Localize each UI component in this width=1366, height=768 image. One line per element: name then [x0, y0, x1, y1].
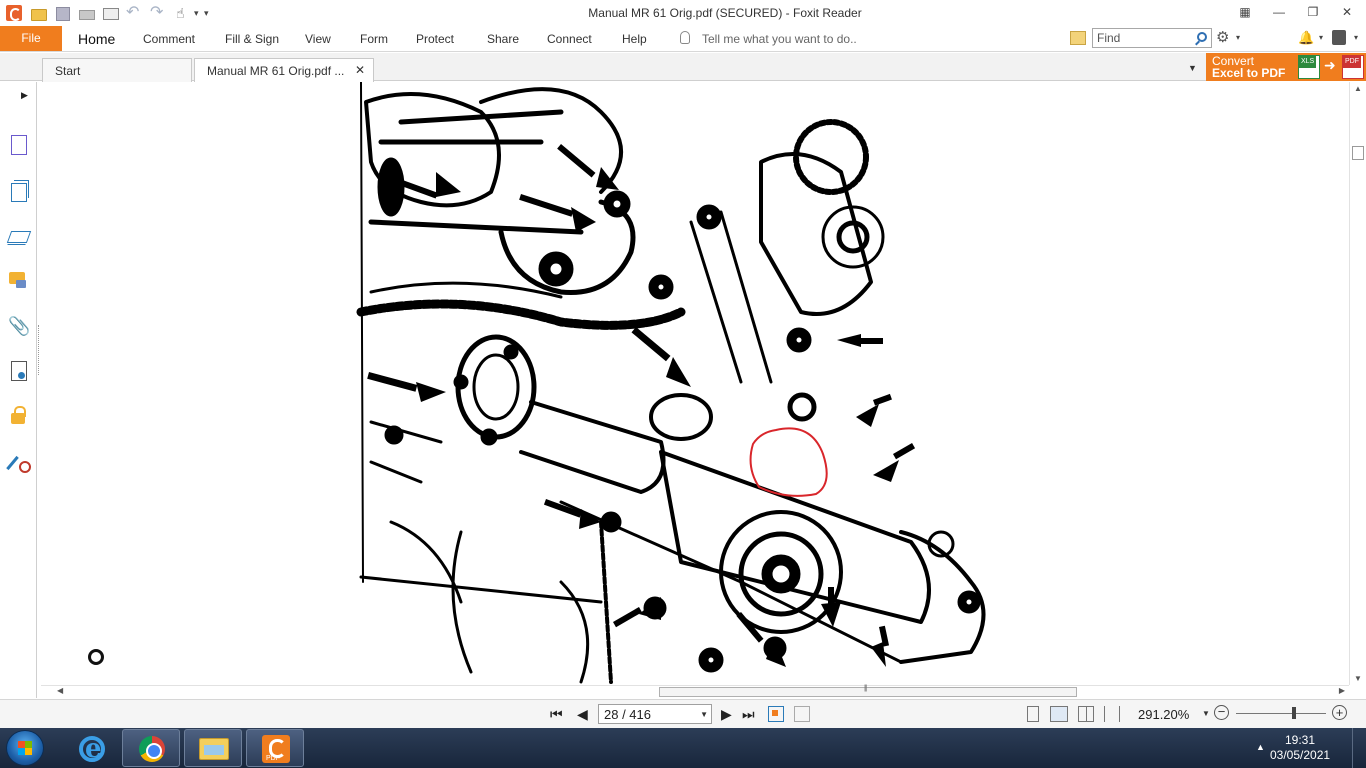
next-view-icon[interactable]: [794, 706, 810, 722]
menu-home[interactable]: Home: [78, 31, 115, 47]
horizontal-scrollbar[interactable]: ◀ ▶: [41, 685, 1349, 698]
document-tab-strip: Start Manual MR 61 Orig.pdf ... ✕ ▼: [0, 53, 1366, 82]
tools-icon[interactable]: [8, 452, 31, 474]
tab-manual-label: Manual MR 61 Orig.pdf ...: [207, 64, 345, 78]
red-circle-annotation: [749, 427, 828, 497]
layers-icon[interactable]: [8, 225, 28, 247]
ribbon-menu-bar: File Home Comment Fill & Sign View Form …: [0, 26, 1366, 52]
tab-list-dropdown-icon[interactable]: ▼: [1188, 63, 1197, 73]
zoom-out-icon[interactable]: −: [1214, 705, 1229, 720]
internet-explorer-icon: [79, 734, 105, 764]
ribbon-display-icon[interactable]: ▦: [1234, 3, 1256, 21]
settings-dropdown-icon[interactable]: ▾: [1236, 33, 1240, 42]
zoom-dropdown-icon[interactable]: ▼: [1202, 709, 1210, 718]
scroll-up-icon[interactable]: ▲: [1354, 84, 1362, 93]
facing-view-icon[interactable]: [1078, 706, 1094, 722]
search-icon[interactable]: [1197, 32, 1207, 42]
windows-taskbar: ▲ 19:31 03/05/2021: [0, 728, 1366, 768]
restore-button[interactable]: ❐: [1302, 3, 1324, 21]
close-window-button[interactable]: ✕: [1336, 3, 1358, 21]
system-clock[interactable]: 19:31 03/05/2021: [1270, 733, 1330, 763]
taskbar-chrome[interactable]: [122, 729, 180, 767]
close-tab-icon[interactable]: ✕: [355, 63, 365, 77]
navigation-panel: ▶ 📎: [0, 82, 37, 698]
zoom-slider-track[interactable]: [1236, 713, 1326, 714]
notification-dropdown-icon[interactable]: ▾: [1319, 33, 1323, 42]
minimize-button[interactable]: —: [1268, 3, 1290, 21]
first-page-icon[interactable]: ⏮: [550, 706, 563, 722]
vertical-scrollbar[interactable]: ▲ ▼: [1349, 82, 1366, 685]
user-dropdown-icon[interactable]: ▾: [1354, 33, 1358, 42]
vertical-scroll-thumb[interactable]: [1352, 146, 1364, 160]
engine-diagram-illustration: [356, 82, 986, 684]
file-explorer-icon: [199, 738, 229, 760]
continuous-view-icon[interactable]: [1050, 706, 1068, 722]
chrome-icon: [139, 736, 165, 762]
continuous-facing-view-icon[interactable]: [1104, 706, 1120, 722]
cursor-ring-icon: [88, 649, 104, 665]
scroll-right-icon[interactable]: ▶: [1339, 686, 1345, 695]
security-icon[interactable]: [8, 405, 28, 427]
last-page-icon[interactable]: ⏭: [742, 706, 755, 722]
scroll-down-icon[interactable]: ▼: [1354, 674, 1362, 683]
find-box[interactable]: [1092, 28, 1212, 48]
window-title: Manual MR 61 Orig.pdf (SECURED) - Foxit …: [588, 6, 862, 20]
menu-share[interactable]: Share: [487, 32, 519, 46]
attachments-icon[interactable]: 📎: [8, 315, 30, 337]
clock-time: 19:31: [1284, 733, 1316, 747]
previous-page-icon[interactable]: ◀: [577, 706, 588, 722]
user-account-icon[interactable]: [1332, 30, 1346, 45]
tab-start-label: Start: [55, 64, 81, 78]
tab-manual-pdf[interactable]: Manual MR 61 Orig.pdf ... ✕: [194, 58, 374, 82]
foxit-reader-icon: [262, 735, 290, 763]
pdf-file-icon: [1342, 55, 1364, 79]
zoom-in-icon[interactable]: +: [1332, 705, 1347, 720]
next-page-icon[interactable]: ▶: [721, 706, 732, 722]
page-dropdown-icon[interactable]: ▼: [700, 710, 708, 719]
page-number-input[interactable]: 28 / 416 ▼: [598, 704, 712, 724]
clock-date: 03/05/2021: [1270, 748, 1331, 762]
lightbulb-icon: [680, 31, 690, 44]
menu-view[interactable]: View: [305, 32, 331, 46]
pages-panel-icon[interactable]: [8, 134, 28, 156]
menu-form[interactable]: Form: [360, 32, 388, 46]
menu-protect[interactable]: Protect: [416, 32, 454, 46]
convert-arrow-icon: ➜: [1324, 57, 1336, 73]
menu-help[interactable]: Help: [622, 32, 647, 46]
taskbar-foxit-reader[interactable]: [246, 729, 304, 767]
previous-view-icon[interactable]: [768, 706, 784, 722]
horizontal-scroll-thumb[interactable]: [659, 685, 1077, 697]
menu-fill-sign[interactable]: Fill & Sign: [225, 32, 279, 46]
show-desktop-button[interactable]: [1352, 728, 1366, 768]
settings-gear-icon[interactable]: ⚙: [1216, 30, 1229, 46]
status-bar: ⏮ ◀ 28 / 416 ▼ ▶ ⏭ 291.20% ▼ − +: [0, 699, 1366, 728]
expand-panel-icon[interactable]: ▶: [21, 90, 28, 101]
start-button[interactable]: [6, 730, 44, 766]
page-indicator: 28 / 416: [604, 707, 651, 722]
taskbar-internet-explorer[interactable]: [62, 729, 120, 767]
single-page-view-icon[interactable]: [1027, 706, 1039, 722]
document-view[interactable]: [41, 82, 1349, 685]
thumbnails-icon[interactable]: [8, 180, 29, 202]
taskbar-file-explorer[interactable]: [184, 729, 242, 767]
menu-connect[interactable]: Connect: [547, 32, 592, 46]
scroll-left-icon[interactable]: ◀: [57, 686, 63, 695]
search-folder-icon[interactable]: [1070, 31, 1086, 45]
title-bar: ↶ ↷ ☝ ▾ ▾ Manual MR 61 Orig.pdf (SECURED…: [0, 0, 1366, 26]
zoom-level[interactable]: 291.20%: [1138, 707, 1189, 722]
show-hidden-icons-icon[interactable]: ▲: [1256, 742, 1265, 752]
notification-bell-icon[interactable]: 🔔: [1298, 30, 1314, 46]
find-input[interactable]: [1093, 29, 1191, 47]
xls-file-icon: [1298, 55, 1320, 79]
comments-icon[interactable]: [8, 270, 28, 292]
tell-me-input[interactable]: Tell me what you want to do..: [702, 32, 857, 46]
signatures-icon[interactable]: [8, 360, 28, 382]
convert-excel-to-pdf-ad[interactable]: Convert Excel to PDF ➜: [1206, 53, 1366, 81]
tab-start[interactable]: Start: [42, 58, 192, 82]
zoom-slider-thumb[interactable]: [1292, 707, 1296, 719]
file-menu[interactable]: File: [0, 26, 62, 51]
menu-comment[interactable]: Comment: [143, 32, 195, 46]
